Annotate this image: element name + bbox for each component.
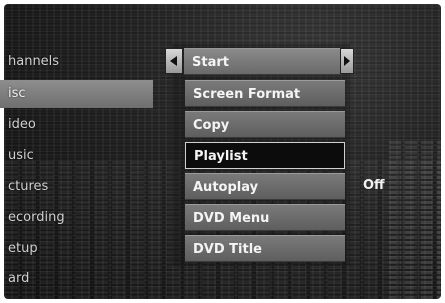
sidebar-item-label: ideo (8, 117, 36, 132)
sidebar-item-label: isc (8, 86, 26, 101)
menu-item-label: Start (192, 55, 229, 70)
menu-item-screen-format[interactable]: Screen Format (185, 80, 345, 107)
sidebar-item-label: hannels (8, 54, 60, 69)
menu-item-label: Copy (193, 118, 230, 133)
menu-item-label: Playlist (194, 149, 248, 164)
menu-item-label: DVD Menu (193, 211, 270, 226)
arrow-left-icon (170, 56, 177, 66)
sidebar-item-setup[interactable]: etup (0, 235, 153, 263)
sidebar-item-disc[interactable]: isc (0, 80, 153, 108)
menu-item-label: DVD Title (193, 242, 262, 257)
menu-item-copy[interactable]: Copy (185, 111, 345, 138)
sidebar-item-card[interactable]: ard (0, 265, 153, 293)
sidebar-item-music[interactable]: usic (0, 142, 153, 170)
sidebar-item-label: ard (8, 271, 30, 286)
sidebar-item-label: ctures (8, 179, 49, 194)
sidebar-item-label: usic (8, 148, 34, 163)
scroll-left-button[interactable] (165, 48, 183, 74)
menu-item-dvd-menu[interactable]: DVD Menu (185, 204, 345, 231)
sidebar-item-label: ecording (8, 210, 65, 225)
autoplay-value: Off (363, 178, 385, 193)
menu-item-autoplay[interactable]: Autoplay (185, 173, 345, 200)
scroll-right-button[interactable] (340, 48, 354, 74)
menu-item-start[interactable]: Start (184, 48, 342, 75)
sidebar-item-channels[interactable]: hannels (0, 48, 153, 76)
menu-item-playlist[interactable]: Playlist (185, 142, 345, 169)
menu-item-label: Screen Format (193, 87, 301, 102)
menu-item-dvd-title[interactable]: DVD Title (185, 235, 345, 262)
sidebar-item-recording[interactable]: ecording (0, 204, 153, 232)
arrow-right-icon (344, 56, 350, 66)
sidebar-item-video[interactable]: ideo (0, 111, 153, 139)
sidebar-item-label: etup (8, 241, 38, 256)
equalizer-background-right (389, 139, 441, 299)
sidebar-item-pictures[interactable]: ctures (0, 173, 153, 201)
menu-item-label: Autoplay (193, 180, 259, 195)
